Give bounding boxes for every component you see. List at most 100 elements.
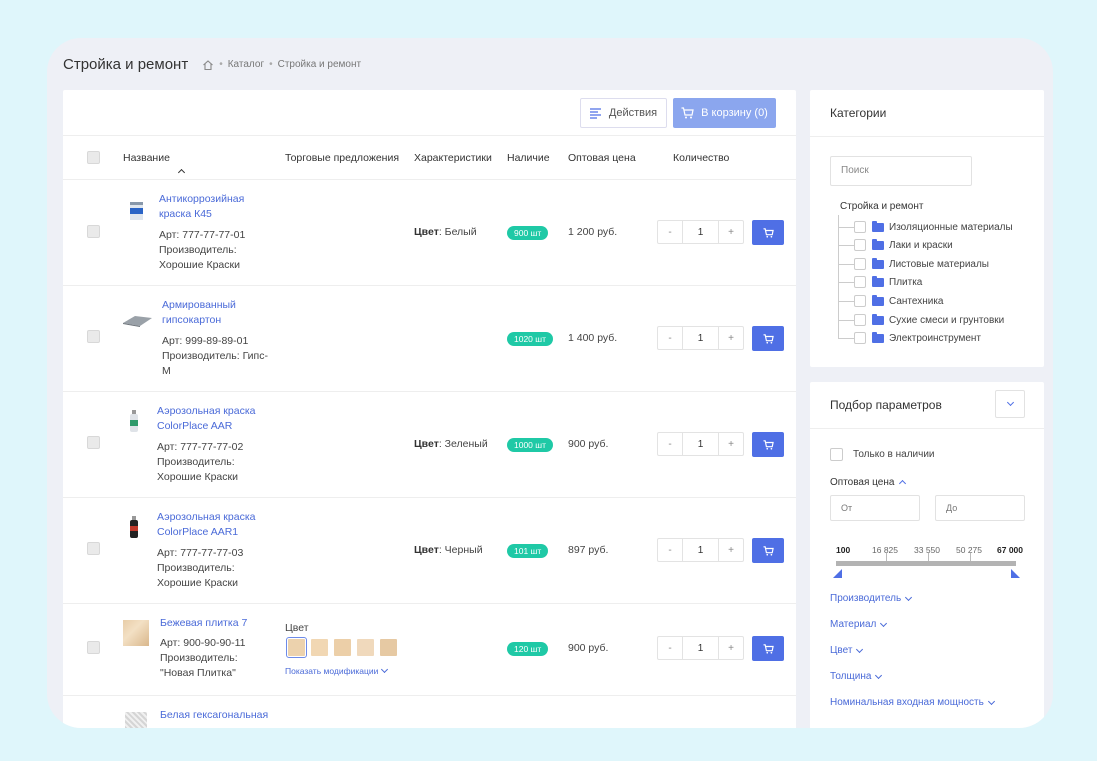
qty-input[interactable]: 1 <box>682 433 719 455</box>
color-swatch[interactable] <box>357 639 374 656</box>
qty-minus-button[interactable]: - <box>658 221 682 243</box>
cart-label: В корзину (0) <box>701 107 768 119</box>
buy-button[interactable] <box>752 220 784 245</box>
row-checkbox[interactable] <box>87 542 100 555</box>
quantity-stepper: -1 + <box>657 432 744 456</box>
table-header: Название Торговые предложения Характерис… <box>63 136 796 180</box>
table-row: Белая гексагональная <box>63 696 796 728</box>
facet-material[interactable]: Материал <box>830 619 888 630</box>
table-row: Армированный гипсокартон Арт: 999-89-89-0… <box>63 286 796 392</box>
category-checkbox[interactable] <box>854 221 866 233</box>
buy-button[interactable] <box>752 538 784 563</box>
paint-can-thumbnail[interactable] <box>127 200 147 222</box>
price-to-input[interactable]: До <box>935 495 1025 521</box>
actions-button[interactable]: Действия <box>580 98 667 128</box>
stock-badge: 120 шт <box>507 642 549 656</box>
price-filter-toggle[interactable]: Оптовая цена <box>830 477 907 488</box>
cart-icon <box>763 227 774 238</box>
color-swatch[interactable] <box>380 639 397 656</box>
product-name-link[interactable]: Бежевая плитка 7 <box>160 616 247 631</box>
collapse-filters-button[interactable] <box>995 390 1025 418</box>
price-from-input[interactable]: От <box>830 495 920 521</box>
row-checkbox[interactable] <box>87 330 100 343</box>
qty-minus-button[interactable]: - <box>658 327 682 349</box>
price-range-max-handle[interactable] <box>1011 569 1020 578</box>
row-checkbox[interactable] <box>87 225 100 238</box>
in-stock-filter[interactable]: Только в наличии <box>830 448 935 461</box>
product-name-link[interactable]: Антикоррозийная краска К45 <box>159 192 244 222</box>
facet-manufacturer[interactable]: Производитель <box>830 593 913 604</box>
in-stock-checkbox[interactable] <box>830 448 843 461</box>
stock-badge: 1020 шт <box>507 332 553 346</box>
color-swatch[interactable] <box>286 637 307 658</box>
category-checkbox[interactable] <box>854 276 866 288</box>
qty-plus-button[interactable]: + <box>719 539 743 561</box>
chevron-down-icon <box>987 697 995 705</box>
color-swatch[interactable] <box>334 639 351 656</box>
qty-input[interactable]: 1 <box>682 327 719 349</box>
facet-color[interactable]: Цвет <box>830 645 864 656</box>
category-item[interactable]: Сантехника <box>838 294 944 307</box>
column-name-header[interactable]: Название <box>123 152 185 177</box>
row-checkbox[interactable] <box>87 641 100 654</box>
category-item[interactable]: Изоляционные материалы <box>838 220 1013 233</box>
qty-minus-button[interactable]: - <box>658 539 682 561</box>
buy-button[interactable] <box>752 326 784 351</box>
scale-label: 67 000 <box>997 545 1023 555</box>
folder-icon <box>872 294 884 306</box>
qty-plus-button[interactable]: + <box>719 221 743 243</box>
facet-power[interactable]: Номинальная входная мощность <box>830 697 995 708</box>
product-name-link[interactable]: Аэрозольная краска ColorPlace AAR1 <box>157 510 255 540</box>
product-name-link[interactable]: Белая гексагональная <box>160 708 268 723</box>
category-item[interactable]: Плитка <box>838 275 922 288</box>
qty-input[interactable]: 1 <box>682 221 719 243</box>
home-icon[interactable] <box>202 59 214 71</box>
qty-minus-button[interactable]: - <box>658 433 682 455</box>
category-item[interactable]: Листовые материалы <box>838 257 989 270</box>
product-table-panel: Действия В корзину (0) Название Торговые… <box>63 90 796 728</box>
in-stock-label: Только в наличии <box>853 449 935 460</box>
tree-root[interactable]: Стройка и ремонт <box>840 201 923 212</box>
category-checkbox[interactable] <box>854 258 866 270</box>
category-item[interactable]: Электроинструмент <box>838 331 981 344</box>
spray-can-thumbnail[interactable] <box>129 516 139 540</box>
qty-input[interactable]: 1 <box>682 637 719 659</box>
tile-thumbnail[interactable] <box>123 620 149 646</box>
buy-button[interactable] <box>752 636 784 661</box>
category-checkbox[interactable] <box>854 314 866 326</box>
offers-label: Цвет <box>285 622 309 634</box>
price-range-track[interactable] <box>836 561 1016 566</box>
qty-plus-button[interactable]: + <box>719 433 743 455</box>
qty-plus-button[interactable]: + <box>719 637 743 659</box>
product-name-link[interactable]: Аэрозольная краска ColorPlace AAR <box>157 404 255 434</box>
spray-can-thumbnail[interactable] <box>129 410 139 434</box>
scale-label: 33 550 <box>914 545 940 555</box>
row-checkbox[interactable] <box>87 436 100 449</box>
product-price: 1 400 руб. <box>568 332 618 344</box>
category-search-input[interactable]: Поиск <box>830 156 972 186</box>
category-checkbox[interactable] <box>854 239 866 251</box>
buy-button[interactable] <box>752 432 784 457</box>
breadcrumb-catalog[interactable]: Каталог <box>228 59 264 70</box>
category-checkbox[interactable] <box>854 332 866 344</box>
categories-title: Категории <box>830 106 887 120</box>
hex-tile-thumbnail[interactable] <box>125 712 147 728</box>
qty-plus-button[interactable]: + <box>719 327 743 349</box>
color-swatch[interactable] <box>311 639 328 656</box>
show-modifications-link[interactable]: Показать модификации <box>285 665 389 676</box>
drywall-thumbnail[interactable] <box>123 314 153 328</box>
price-range-min-handle[interactable] <box>833 569 842 578</box>
qty-input[interactable]: 1 <box>682 539 719 561</box>
product-name-link[interactable]: Армированный гипсокартон <box>162 298 236 328</box>
category-checkbox[interactable] <box>854 295 866 307</box>
divider <box>810 136 1044 137</box>
category-item[interactable]: Лаки и краски <box>838 238 953 251</box>
chevron-down-icon <box>856 645 864 653</box>
qty-minus-button[interactable]: - <box>658 637 682 659</box>
select-all-checkbox[interactable] <box>87 151 100 164</box>
add-to-cart-button[interactable]: В корзину (0) <box>673 98 776 128</box>
category-item[interactable]: Сухие смеси и грунтовки <box>838 313 1004 326</box>
breadcrumb: • Каталог • Стройка и ремонт <box>202 59 361 71</box>
facet-thickness[interactable]: Толщина <box>830 671 883 682</box>
chevron-down-icon <box>381 665 389 674</box>
